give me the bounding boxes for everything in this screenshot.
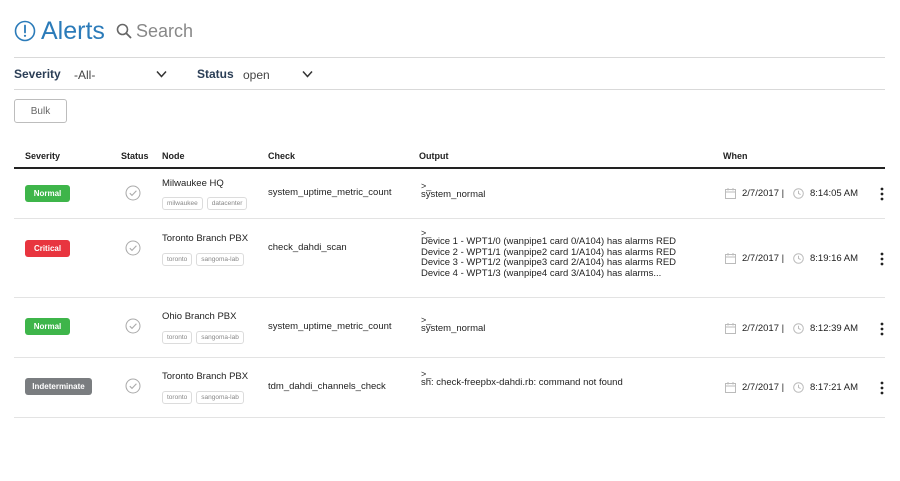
alert-circle-icon: [14, 20, 36, 42]
severity-badge: Critical: [25, 240, 70, 257]
alert-time: 8:14:05 AM: [810, 188, 859, 199]
alert-date: 2/7/2017 |: [742, 382, 785, 393]
output-text: >_ system_normal: [421, 182, 485, 201]
severity-filter[interactable]: Severity -All-: [14, 67, 174, 85]
column-header-node[interactable]: Node: [162, 151, 185, 161]
alert-time: 8:12:39 AM: [810, 323, 859, 334]
check-circle-icon: [125, 240, 141, 256]
tag[interactable]: toronto: [162, 391, 193, 404]
alert-date: 2/7/2017 |: [742, 188, 785, 199]
more-vertical-icon[interactable]: [877, 322, 887, 336]
output-line: sh: check-freepbx-dahdi.rb: command not …: [421, 377, 623, 388]
table-row[interactable]: Normal Milwaukee HQ milwaukee datacenter …: [14, 169, 885, 219]
severity-filter-value: -All-: [74, 68, 96, 82]
clock-icon: [793, 188, 804, 199]
alert-date: 2/7/2017 |: [742, 253, 785, 264]
calendar-icon: [725, 382, 736, 393]
table-row[interactable]: Indeterminate Toronto Branch PBX toronto…: [14, 358, 885, 418]
severity-badge: Normal: [25, 185, 70, 202]
output-text: >_ system_normal: [421, 316, 485, 335]
more-vertical-icon[interactable]: [877, 252, 887, 266]
more-vertical-icon[interactable]: [877, 187, 887, 201]
alerts-table: Severity Status Node Check Output When N…: [14, 145, 885, 418]
output-text: >_ Device 1 - WPT1/0 (wanpipe1 card 0/A1…: [421, 229, 676, 279]
output-line: system_normal: [421, 189, 486, 200]
alert-time: 8:17:21 AM: [810, 382, 859, 393]
output-line: Device 1 - WPT1/0 (wanpipe1 card 0/A104)…: [421, 236, 677, 247]
output-line: Device 4 - WPT1/3 (wanpipe4 card 3/A104)…: [421, 267, 662, 279]
status-filter-value: open: [243, 68, 270, 82]
status-filter[interactable]: Status open: [197, 67, 317, 85]
alert-date: 2/7/2017 |: [742, 323, 785, 334]
output-line: system_normal: [421, 323, 486, 334]
node-tags: toronto sangoma-lab: [162, 248, 248, 266]
column-header-severity[interactable]: Severity: [25, 151, 60, 161]
clock-icon: [793, 382, 804, 393]
output-text: >_ sh: check-freepbx-dahdi.rb: command n…: [421, 370, 623, 389]
search-input[interactable]: [136, 18, 436, 44]
column-header-check[interactable]: Check: [268, 151, 295, 161]
calendar-icon: [725, 188, 736, 199]
node-tags: toronto sangoma-lab: [162, 386, 248, 404]
node-name[interactable]: Milwaukee HQ: [162, 178, 224, 189]
tag[interactable]: toronto: [162, 253, 193, 266]
table-row[interactable]: Critical Toronto Branch PBX toronto sango…: [14, 219, 885, 298]
check-name: system_uptime_metric_count: [268, 321, 392, 332]
search-icon[interactable]: [116, 23, 132, 39]
node-name[interactable]: Toronto Branch PBX: [162, 233, 248, 244]
page-header: Alerts: [14, 16, 885, 58]
tag[interactable]: sangoma-lab: [196, 331, 244, 344]
column-header-when[interactable]: When: [723, 151, 748, 161]
node-name[interactable]: Ohio Branch PBX: [162, 311, 236, 322]
check-circle-icon: [125, 318, 141, 334]
bulk-button[interactable]: Bulk: [14, 99, 67, 123]
node-name[interactable]: Toronto Branch PBX: [162, 371, 248, 382]
tag[interactable]: toronto: [162, 331, 193, 344]
severity-badge: Indeterminate: [25, 378, 92, 395]
check-circle-icon: [125, 185, 141, 201]
output-line: Device 3 - WPT1/2 (wanpipe3 card 2/A104)…: [421, 257, 677, 268]
calendar-icon: [725, 253, 736, 264]
status-filter-label: Status: [197, 67, 234, 81]
table-row[interactable]: Normal Ohio Branch PBX toronto sangoma-la…: [14, 298, 885, 358]
check-name: check_dahdi_scan: [268, 242, 347, 253]
column-header-status[interactable]: Status: [121, 151, 149, 161]
column-header-output[interactable]: Output: [419, 151, 449, 161]
node-tags: toronto sangoma-lab: [162, 326, 248, 344]
more-vertical-icon[interactable]: [877, 381, 887, 395]
check-name: system_uptime_metric_count: [268, 187, 392, 198]
filter-bar: Severity -All- Status open: [14, 59, 885, 90]
clock-icon: [793, 253, 804, 264]
table-header: Severity Status Node Check Output When: [14, 145, 885, 169]
clock-icon: [793, 323, 804, 334]
alert-time: 8:19:16 AM: [810, 253, 859, 264]
severity-badge: Normal: [25, 318, 70, 335]
page-title: Alerts: [41, 17, 105, 45]
calendar-icon: [725, 323, 736, 334]
check-name: tdm_dahdi_channels_check: [268, 381, 386, 392]
tag[interactable]: datacenter: [206, 197, 248, 210]
tag[interactable]: sangoma-lab: [196, 391, 244, 404]
node-tags: milwaukee datacenter: [162, 192, 251, 210]
tag[interactable]: milwaukee: [162, 197, 203, 210]
severity-filter-label: Severity: [14, 67, 61, 81]
tag[interactable]: sangoma-lab: [196, 253, 244, 266]
chevron-down-icon: [156, 70, 167, 78]
check-circle-icon: [125, 378, 141, 394]
chevron-down-icon: [302, 70, 313, 78]
